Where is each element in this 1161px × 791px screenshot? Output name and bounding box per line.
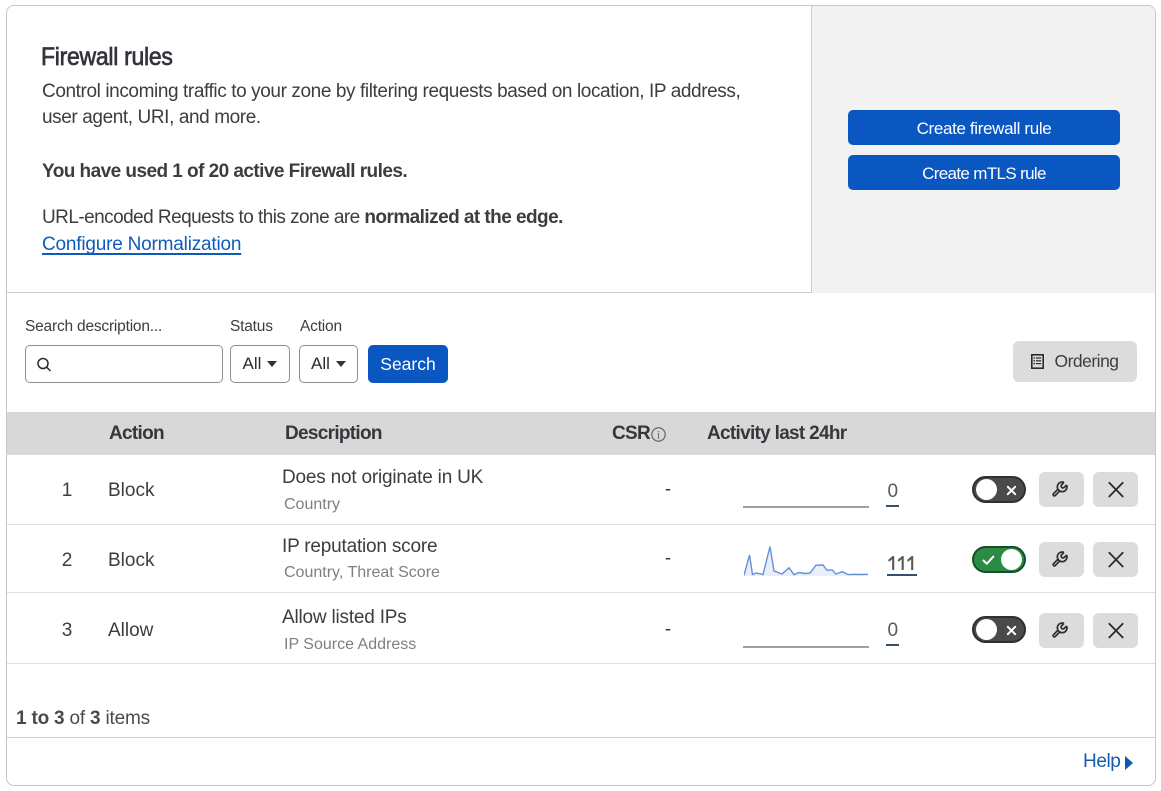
- svg-text:i: i: [657, 427, 661, 441]
